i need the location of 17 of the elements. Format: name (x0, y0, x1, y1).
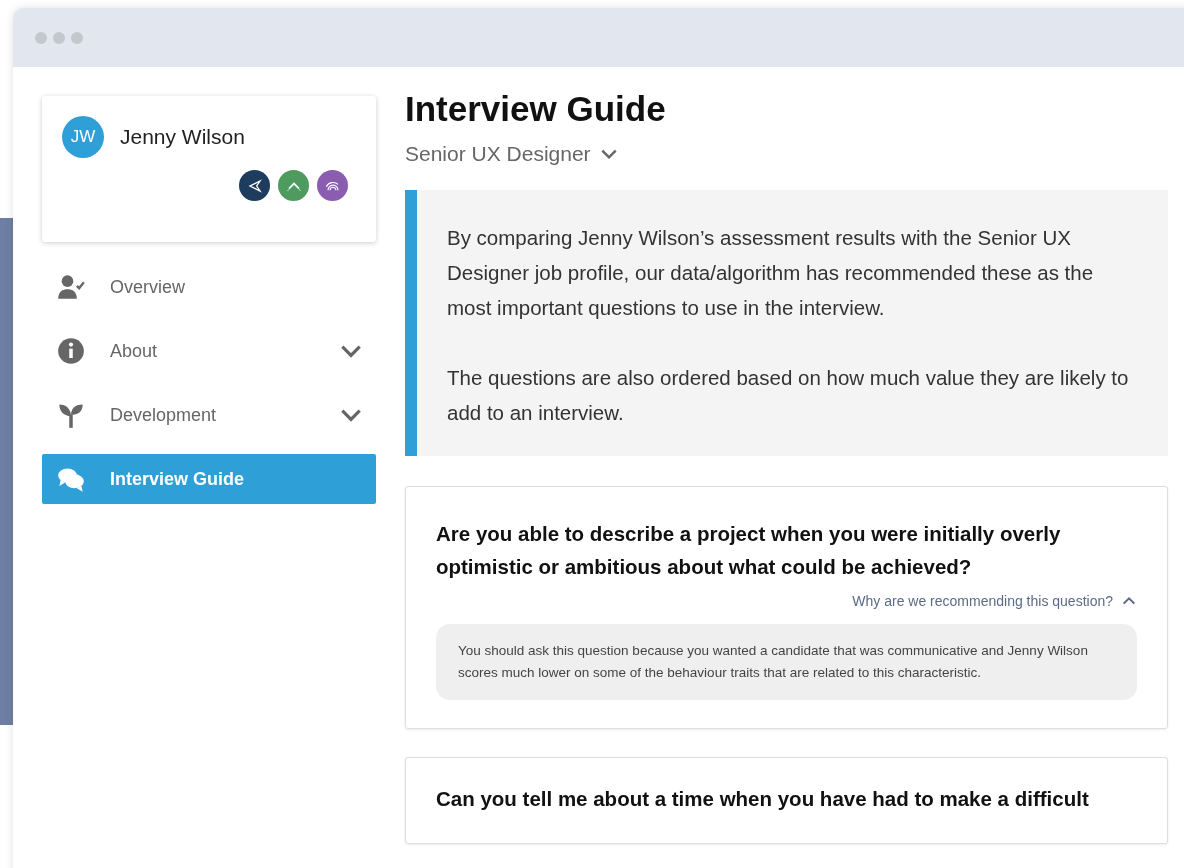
intro-paragraph: The questions are also ordered based on how much value they are likely to add to an interview. (447, 364, 1130, 426)
reason-toggle[interactable]: Why are we recommending this question? (852, 590, 1137, 612)
role-dropdown[interactable]: Senior UX Designer (405, 138, 619, 170)
sidebar-item[interactable]: Interview Guide (42, 454, 376, 504)
intro-paragraph: By comparing Jenny Wilson’s assessment results with the Senior UX Designer job profile, our data/algorithm has recommended these as the most important questions to use in the interview. (447, 224, 1095, 321)
sidebar-item[interactable]: About (42, 326, 376, 376)
sidebar-item[interactable]: Overview (42, 262, 376, 312)
sidebar-item[interactable]: Development (42, 390, 376, 440)
question-text: Can you tell me about a time when you have had to make a difficult (436, 785, 1090, 812)
reason-text: You should ask this question because you wanted a candidate that was communicative and Jenny Wilson scores much lower on some of the behaviour traits that are related to this characteristic. (436, 623, 1137, 700)
window-dot (71, 31, 83, 44)
window-dot (53, 31, 65, 44)
window-dot (35, 31, 47, 44)
profile-name: Jenny Wilson (120, 124, 245, 151)
avatar: JW (62, 116, 104, 158)
page-title: Interview Guide (405, 88, 667, 130)
question-text: Are you able to describe a project when you were initially overly optimistic or ambitious about what could be achieved? (436, 520, 1062, 580)
